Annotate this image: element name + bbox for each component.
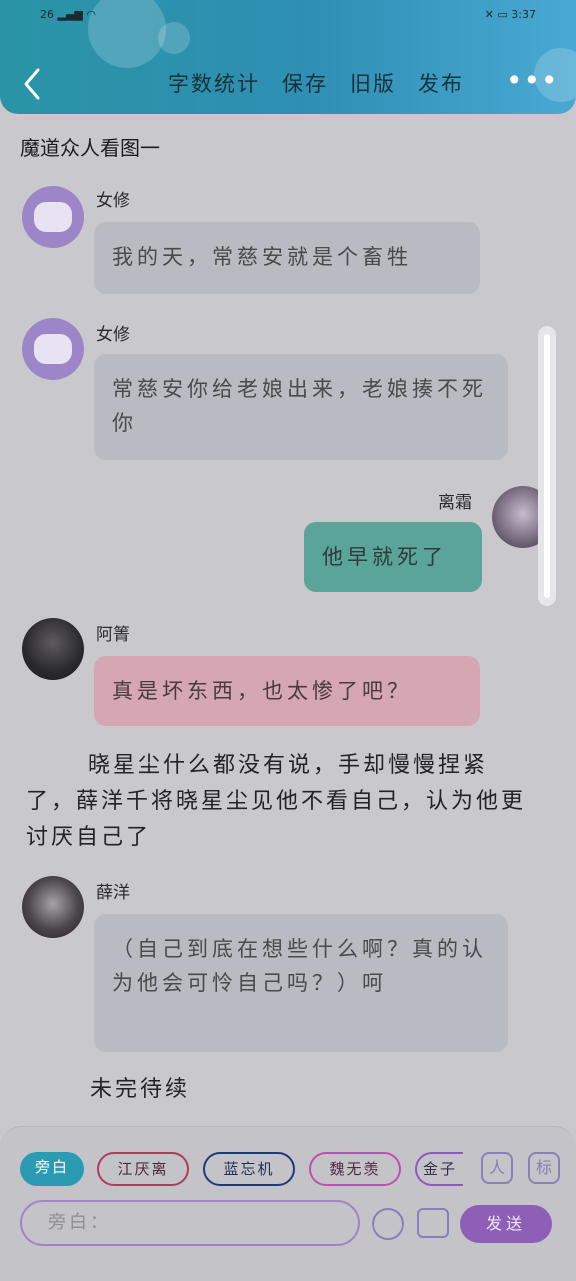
send-button[interactable]: 发送 — [460, 1205, 552, 1243]
sender-name: 薛洋 — [96, 883, 130, 903]
top-app-bar: 26 ▂▄▆ ◠ ✕ ▭ 3:37 字数统计 保存 旧版 发布 ••• — [0, 0, 576, 114]
clock: 3:37 — [511, 8, 536, 21]
sender-name: 阿箐 — [96, 625, 130, 645]
message-bubble[interactable]: 真是坏东西，也太惨了吧？ — [94, 656, 480, 726]
person-icon[interactable]: 人 — [481, 1152, 513, 1184]
battery-icon: ▭ — [497, 8, 508, 21]
scrollbar-thumb[interactable] — [544, 334, 550, 598]
word-count-button[interactable]: 字数统计 — [168, 68, 260, 98]
old-version-button[interactable]: 旧版 — [350, 68, 396, 98]
scrollbar[interactable] — [538, 326, 556, 606]
chip-character[interactable]: 蓝忘机 — [203, 1152, 295, 1186]
emoji-icon[interactable] — [372, 1208, 404, 1240]
sender-name: 女修 — [96, 191, 130, 211]
message-bubble[interactable]: 他早就死了 — [304, 522, 482, 592]
back-button[interactable] — [18, 64, 46, 104]
network-type: 26 — [40, 8, 54, 21]
message-bubble[interactable]: （自己到底在想些什么啊？真的认为他会可怜自己吗？）呵 — [94, 914, 508, 1052]
narration-text[interactable]: 晓星尘什么都没有说，手却慢慢捏紧了，薛洋千将晓星尘见他不看自己，认为他更讨厌自己… — [26, 748, 536, 856]
tag-icon[interactable]: 标 — [528, 1152, 560, 1184]
decorative-bubble — [88, 0, 166, 68]
status-battery: ✕ ▭ 3:37 — [485, 8, 536, 21]
message-bubble[interactable]: 我的天，常慈安就是个畜牲 — [94, 222, 480, 294]
chip-character[interactable]: 金子 — [415, 1152, 463, 1186]
chip-character[interactable]: 江厌离 — [97, 1152, 189, 1186]
back-arrow-icon — [24, 68, 40, 100]
wifi-icon: ◠ — [86, 8, 96, 21]
mute-icon: ✕ — [484, 8, 494, 21]
signal-icon: ▂▄▆ — [57, 8, 83, 21]
more-icon[interactable]: ••• — [506, 64, 559, 97]
chip-character[interactable]: 魏无羡 — [309, 1152, 401, 1186]
header-actions: 字数统计 保存 旧版 发布 — [168, 68, 464, 98]
status-network: 26 ▂▄▆ ◠ — [40, 8, 96, 21]
avatar-bot-icon[interactable] — [22, 186, 84, 248]
save-button[interactable]: 保存 — [282, 68, 328, 98]
avatar[interactable] — [22, 618, 84, 680]
chip-narrator[interactable]: 旁白 — [20, 1152, 84, 1186]
publish-button[interactable]: 发布 — [418, 68, 464, 98]
sender-name: 离霜 — [438, 493, 472, 513]
to-be-continued-text[interactable]: 未完待续 — [90, 1072, 190, 1108]
image-icon[interactable] — [417, 1208, 449, 1238]
message-input[interactable]: 旁白： — [20, 1200, 360, 1246]
decorative-bubble — [158, 22, 190, 54]
sender-name: 女修 — [96, 325, 130, 345]
story-title: 魔道众人看图一 — [20, 136, 160, 160]
avatar[interactable] — [22, 876, 84, 938]
avatar-bot-icon[interactable] — [22, 318, 84, 380]
message-bubble[interactable]: 常慈安你给老娘出来，老娘揍不死你 — [94, 354, 508, 460]
